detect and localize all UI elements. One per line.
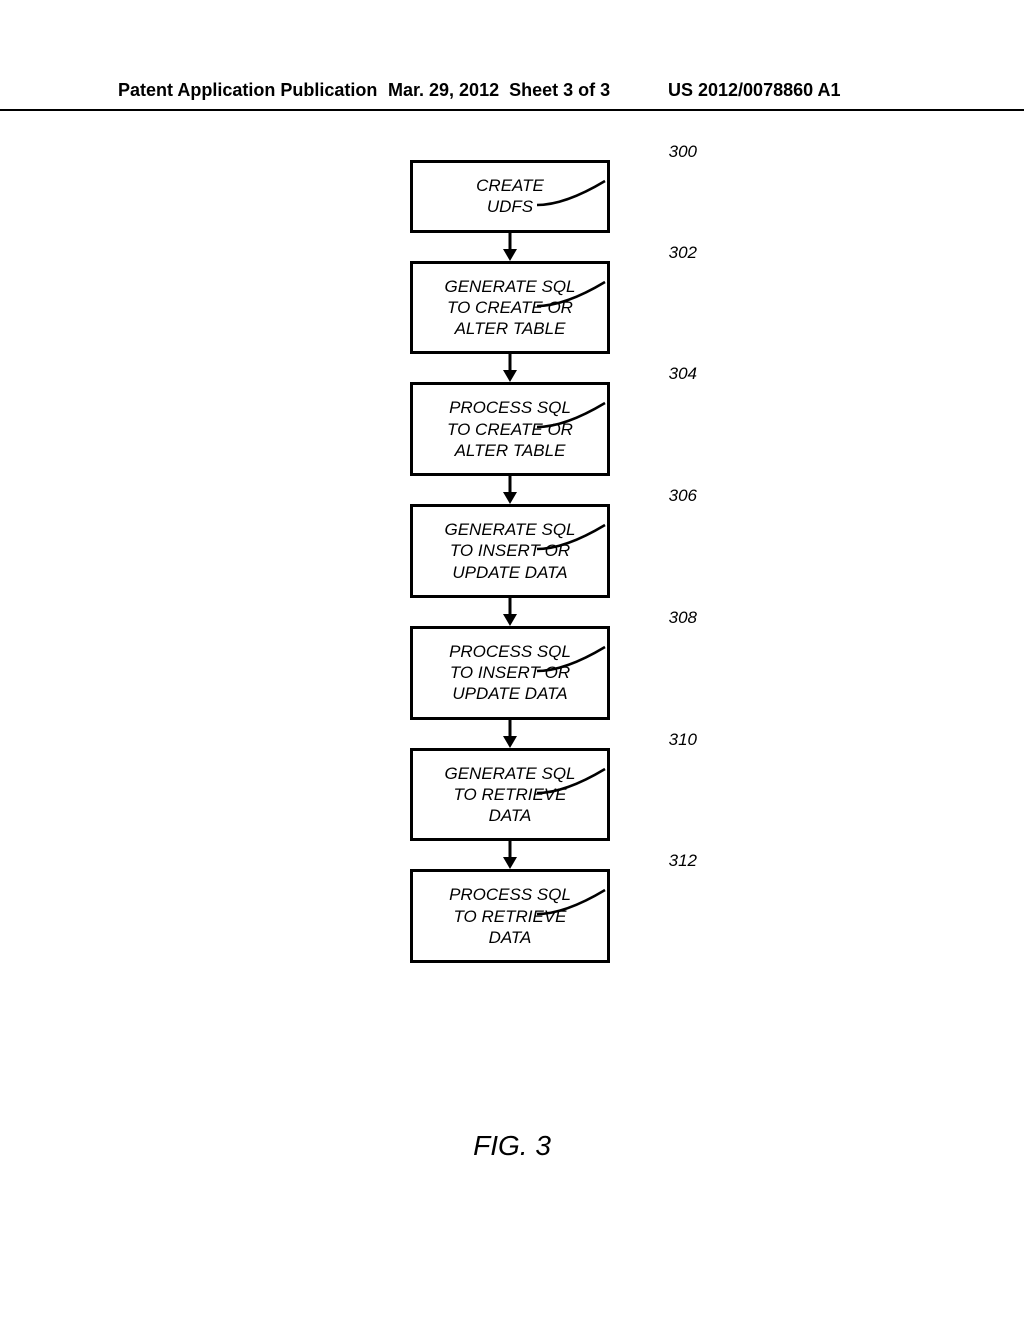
ref-label: 306	[669, 485, 697, 506]
box-line: GENERATE SQL	[445, 520, 576, 539]
ref-label: 300	[669, 141, 697, 162]
header-date-sheet: Mar. 29, 2012 Sheet 3 of 3	[388, 80, 668, 101]
box-line: UDFS	[487, 197, 533, 216]
flow-box: 300 CREATE UDFS	[410, 160, 610, 233]
header-date: Mar. 29, 2012	[388, 80, 499, 100]
flow-box: 306 GENERATE SQL TO INSERT OR UPDATE DAT…	[410, 504, 610, 598]
box-line: TO RETRIEVE	[453, 907, 566, 926]
box-line: UPDATE DATA	[452, 684, 567, 703]
box-line: UPDATE DATA	[452, 563, 567, 582]
box-line: GENERATE SQL	[445, 277, 576, 296]
ref-label: 304	[669, 363, 697, 384]
arrow-down-icon	[410, 476, 610, 504]
ref-label: 312	[669, 850, 697, 871]
header-publication-type: Patent Application Publication	[118, 80, 388, 101]
flow-box: 304 PROCESS SQL TO CREATE OR ALTER TABLE	[410, 382, 610, 476]
box-line: DATA	[489, 928, 532, 947]
arrow-down-icon	[410, 598, 610, 626]
box-line: TO INSERT OR	[450, 663, 570, 682]
box-line: TO INSERT OR	[450, 541, 570, 560]
flow-step-306: 306 GENERATE SQL TO INSERT OR UPDATE DAT…	[310, 504, 710, 598]
flow-step-300: 300 CREATE UDFS	[310, 160, 710, 233]
ref-label: 310	[669, 729, 697, 750]
arrow-down-icon	[410, 720, 610, 748]
arrow-down-icon	[410, 841, 610, 869]
flow-step-312: 312 PROCESS SQL TO RETRIEVE DATA	[310, 869, 710, 963]
ref-label: 308	[669, 607, 697, 628]
flow-box: 312 PROCESS SQL TO RETRIEVE DATA	[410, 869, 610, 963]
leader-line	[535, 177, 615, 207]
box-line: DATA	[489, 806, 532, 825]
figure-caption: FIG. 3	[0, 1130, 1024, 1162]
box-line: CREATE	[476, 176, 544, 195]
box-line: TO CREATE OR	[447, 298, 573, 317]
box-line: TO RETRIEVE	[453, 785, 566, 804]
header-pubno: US 2012/0078860 A1	[668, 80, 840, 101]
box-line: ALTER TABLE	[455, 319, 566, 338]
box-line: PROCESS SQL	[449, 885, 571, 904]
box-line: ALTER TABLE	[455, 441, 566, 460]
flow-step-308: 308 PROCESS SQL TO INSERT OR UPDATE DATA	[310, 626, 710, 720]
flow-step-304: 304 PROCESS SQL TO CREATE OR ALTER TABLE	[310, 382, 710, 476]
ref-label: 302	[669, 242, 697, 263]
flow-step-302: 302 GENERATE SQL TO CREATE OR ALTER TABL…	[310, 261, 710, 355]
page-header: Patent Application Publication Mar. 29, …	[0, 80, 1024, 111]
flow-box: 308 PROCESS SQL TO INSERT OR UPDATE DATA	[410, 626, 610, 720]
arrow-down-icon	[410, 354, 610, 382]
flow-box: 310 GENERATE SQL TO RETRIEVE DATA	[410, 748, 610, 842]
box-line: TO CREATE OR	[447, 420, 573, 439]
arrow-down-icon	[410, 233, 610, 261]
flow-step-310: 310 GENERATE SQL TO RETRIEVE DATA	[310, 748, 710, 842]
box-line: PROCESS SQL	[449, 642, 571, 661]
flow-box: 302 GENERATE SQL TO CREATE OR ALTER TABL…	[410, 261, 610, 355]
flowchart: 300 CREATE UDFS 302 GENERATE SQL TO CREA…	[310, 160, 710, 963]
header-sheet: Sheet 3 of 3	[509, 80, 610, 100]
box-line: PROCESS SQL	[449, 398, 571, 417]
box-line: GENERATE SQL	[445, 764, 576, 783]
